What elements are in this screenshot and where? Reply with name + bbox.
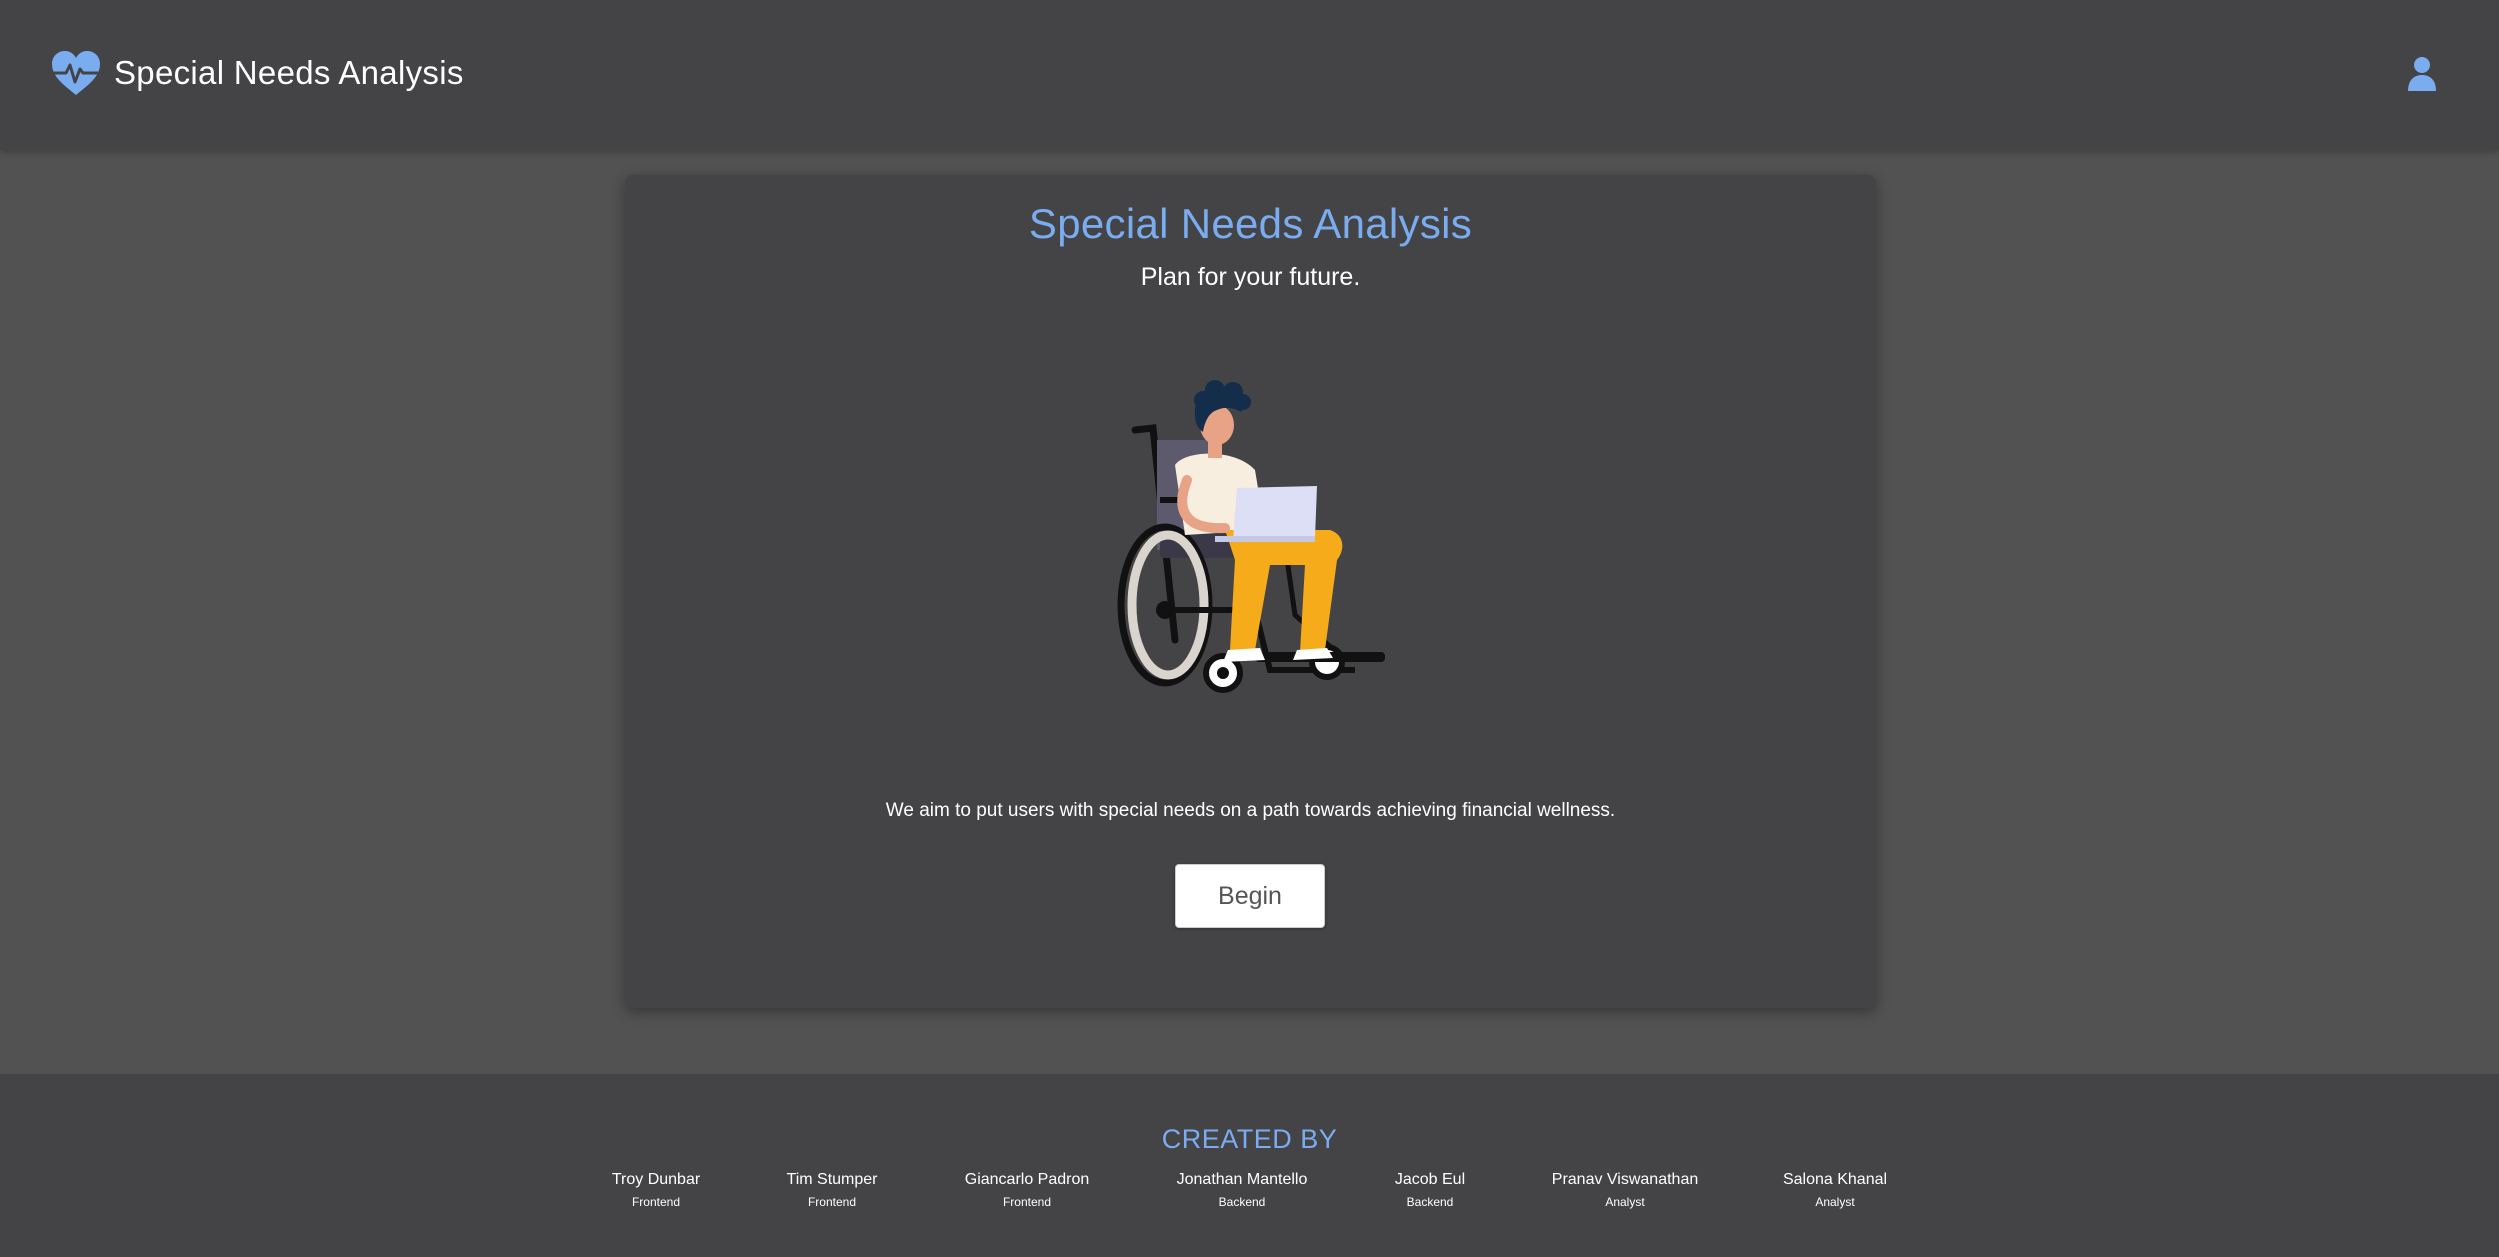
hero-description: We aim to put users with special needs o…: [885, 800, 1616, 821]
hero-card: Special Needs Analysis Plan for your fut…: [625, 175, 1876, 1008]
creator-item: Salona Khanal Analyst: [1783, 1171, 1887, 1209]
brand-link[interactable]: Special Needs Analysis: [50, 48, 464, 98]
creator-item: Giancarlo Padron Frontend: [965, 1171, 1090, 1209]
user-icon: [2408, 57, 2436, 91]
top-navbar: Special Needs Analysis: [0, 0, 2499, 150]
creator-role: Analyst: [1815, 1195, 1855, 1209]
creator-item: Tim Stumper Frontend: [787, 1171, 878, 1209]
creator-name: Jonathan Mantello: [1176, 1171, 1308, 1188]
creator-name: Giancarlo Padron: [964, 1171, 1090, 1188]
app-title: Special Needs Analysis: [114, 54, 464, 91]
creator-name: Troy Dunbar: [611, 1171, 701, 1188]
creator-item: Troy Dunbar Frontend: [612, 1171, 700, 1209]
creator-name: Pranav Viswanathan: [1551, 1171, 1699, 1188]
creator-name: Salona Khanal: [1782, 1171, 1888, 1188]
creator-name: Tim Stumper: [786, 1171, 878, 1188]
footer-heading: CREATED BY: [1161, 1124, 1338, 1154]
user-account-button[interactable]: [2406, 56, 2438, 92]
creator-role: Backend: [1218, 1195, 1266, 1209]
hero-title: Special Needs Analysis: [1028, 200, 1473, 247]
begin-button[interactable]: Begin: [1175, 864, 1325, 928]
footer: CREATED BY Troy Dunbar Frontend Tim Stum…: [0, 1074, 2499, 1257]
creator-role: Frontend: [631, 1195, 681, 1209]
heart-pulse-icon: [50, 49, 102, 97]
wheelchair-illustration: [1105, 370, 1445, 720]
creator-item: Jacob Eul Backend: [1395, 1171, 1465, 1209]
hero-subtitle: Plan for your future.: [1140, 263, 1361, 291]
creator-role: Backend: [1406, 1195, 1454, 1209]
creator-role: Frontend: [1002, 1195, 1052, 1209]
creator-role: Frontend: [807, 1195, 857, 1209]
creator-name: Jacob Eul: [1394, 1171, 1466, 1188]
creator-role: Analyst: [1605, 1195, 1645, 1209]
creator-item: Pranav Viswanathan Analyst: [1552, 1171, 1698, 1209]
creator-item: Jonathan Mantello Backend: [1177, 1171, 1308, 1209]
